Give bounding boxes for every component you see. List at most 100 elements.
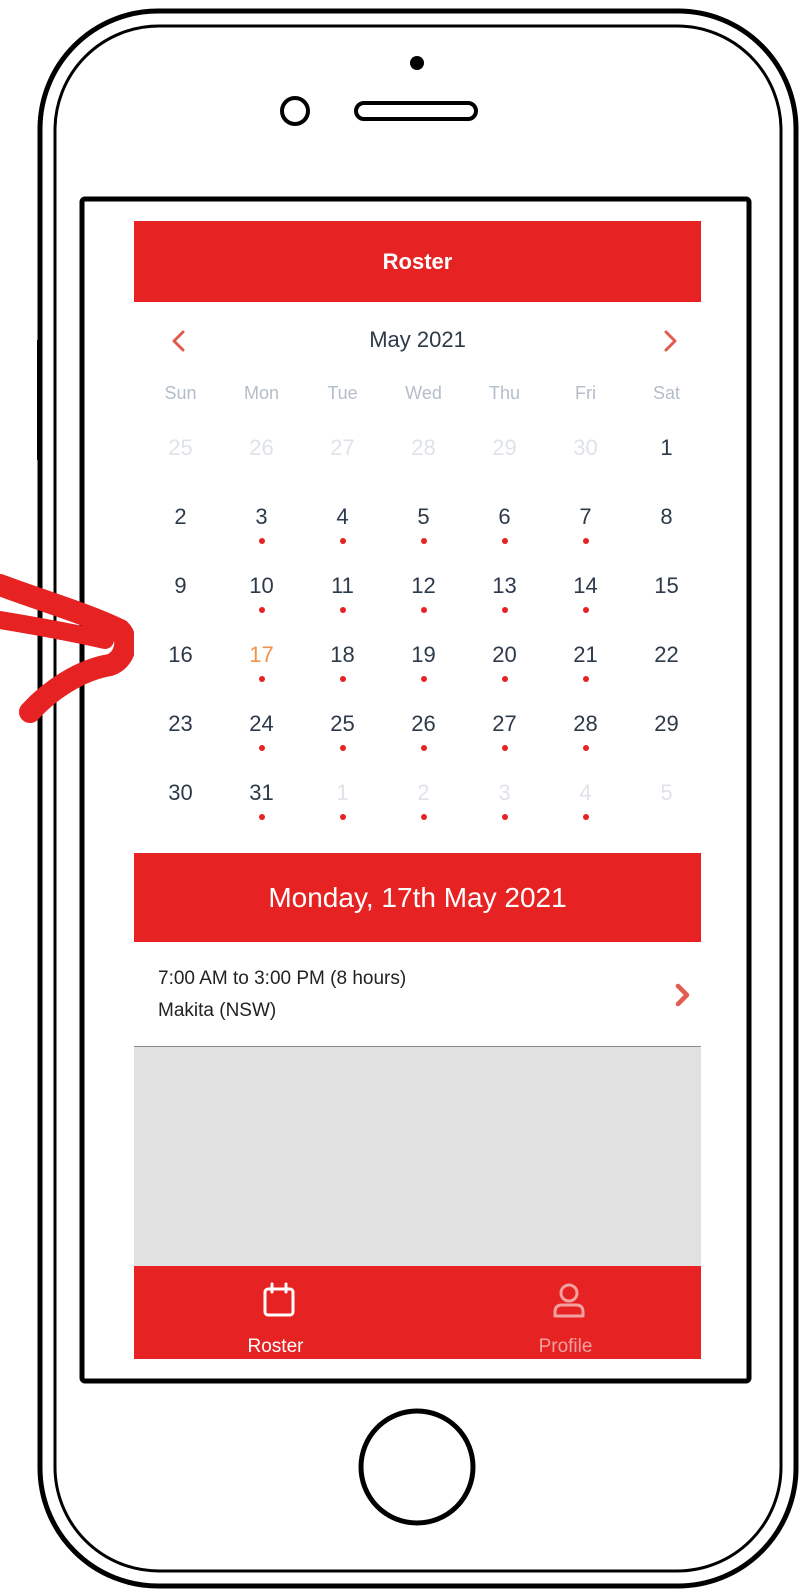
calendar-day-number: 25 [168, 435, 193, 460]
shift-indicator-dot [421, 745, 427, 751]
calendar-day-number: 28 [411, 435, 436, 460]
calendar-day-number: 23 [168, 711, 193, 736]
calendar-day[interactable]: 23 [140, 701, 221, 765]
weekday-label: Wed [405, 383, 442, 403]
calendar-day[interactable]: 2 [140, 494, 221, 558]
calendar-day[interactable]: 13 [464, 563, 545, 627]
calendar-day[interactable]: 10 [221, 563, 302, 627]
calendar-day-number: 17 [249, 642, 274, 667]
empty-content-area [134, 1047, 701, 1266]
calendar-day[interactable]: 4 [302, 494, 383, 558]
shift-indicator-dot [421, 538, 427, 544]
calendar-day[interactable]: 24 [221, 701, 302, 765]
calendar-day[interactable]: 1 [626, 425, 701, 489]
page-title: Roster [134, 221, 701, 302]
shift-indicator-dot [583, 607, 589, 613]
shift-indicator-dot [340, 538, 346, 544]
shift-indicator-dot [583, 538, 589, 544]
calendar-day-number: 11 [331, 573, 354, 598]
calendar-day-number: 21 [573, 642, 598, 667]
calendar-day[interactable]: 28 [545, 701, 626, 765]
shift-indicator-dot [340, 814, 346, 820]
calendar-day-number: 8 [660, 504, 673, 529]
calendar-day[interactable]: 28 [383, 425, 464, 489]
calendar-day[interactable]: 11 [302, 563, 383, 627]
shift-indicator-dot [259, 676, 265, 682]
calendar-day[interactable]: 9 [140, 563, 221, 627]
shift-indicator-dot [502, 745, 508, 751]
calendar-day-number: 3 [255, 504, 268, 529]
shift-list-item[interactable]: 7:00 AM to 3:00 PM (8 hours) Makita (NSW… [134, 942, 701, 1047]
calendar-grid: 25 26 27 28 29 30 1 2 3 4 5 6 7 8 9 10 11 12 13 14 15 16 17 18 1… [140, 425, 701, 837]
shift-indicator-dot [259, 607, 265, 613]
calendar-day[interactable]: 27 [302, 425, 383, 489]
calendar-day-number: 10 [249, 573, 274, 598]
calendar-day-number: 26 [411, 711, 436, 736]
calendar-day-number: 29 [654, 711, 679, 736]
calendar-day[interactable]: 30 [140, 770, 221, 834]
weekday-label: Sun [164, 383, 197, 403]
calendar-day-number: 16 [168, 642, 193, 667]
calendar-day-number: 13 [492, 573, 517, 598]
app-screen: Roster May 2021 Sun Mon Tue Wed Thu Fri Sat 25… [134, 221, 701, 1359]
calendar-day[interactable]: 5 [383, 494, 464, 558]
calendar-day[interactable]: 20 [464, 632, 545, 696]
calendar-day-number: 1 [660, 435, 673, 460]
calendar-day[interactable]: 25 [302, 701, 383, 765]
calendar-day[interactable]: 15 [626, 563, 701, 627]
shift-indicator-dot [421, 607, 427, 613]
calendar-day[interactable]: 29 [464, 425, 545, 489]
calendar-day[interactable]: 1 [302, 770, 383, 834]
calendar-day-number: 3 [498, 780, 511, 805]
calendar-day[interactable]: 19 [383, 632, 464, 696]
shift-indicator-dot [583, 745, 589, 751]
calendar-day-number: 18 [330, 642, 355, 667]
shift-indicator-dot [259, 814, 265, 820]
shift-indicator-dot [259, 538, 265, 544]
chevron-right-icon [675, 983, 690, 1007]
calendar-day-number: 22 [654, 642, 679, 667]
calendar-day[interactable]: 4 [545, 770, 626, 834]
calendar-day[interactable]: 7 [545, 494, 626, 558]
calendar-day[interactable]: 21 [545, 632, 626, 696]
weekday-label: Fri [575, 383, 596, 403]
tab-profile[interactable]: Profile [424, 1266, 701, 1359]
calendar-day-number: 19 [411, 642, 436, 667]
person-icon [553, 1283, 585, 1318]
calendar-day-today[interactable]: 17 [221, 632, 302, 696]
calendar-day[interactable]: 18 [302, 632, 383, 696]
calendar-day[interactable]: 25 [140, 425, 221, 489]
calendar-day-number: 15 [654, 573, 679, 598]
calendar-day[interactable]: 27 [464, 701, 545, 765]
calendar-day[interactable]: 26 [383, 701, 464, 765]
calendar-day-number: 31 [249, 780, 274, 805]
weekday-label: Tue [327, 383, 358, 403]
tab-roster[interactable]: Roster [134, 1266, 417, 1359]
calendar-day[interactable]: 8 [626, 494, 701, 558]
calendar-day[interactable]: 5 [626, 770, 701, 834]
calendar-day[interactable]: 26 [221, 425, 302, 489]
calendar-day[interactable]: 3 [464, 770, 545, 834]
calendar-day-number: 5 [417, 504, 430, 529]
calendar-day[interactable]: 3 [221, 494, 302, 558]
calendar-day[interactable]: 16 [140, 632, 221, 696]
shift-indicator-dot [502, 676, 508, 682]
calendar-day-number: 4 [336, 504, 349, 529]
calendar-day[interactable]: 31 [221, 770, 302, 834]
calendar-day[interactable]: 29 [626, 701, 701, 765]
calendar-day-number: 12 [411, 573, 436, 598]
calendar-day[interactable]: 6 [464, 494, 545, 558]
next-month-button[interactable] [649, 319, 693, 363]
calendar-day[interactable]: 12 [383, 563, 464, 627]
shift-indicator-dot [583, 814, 589, 820]
calendar-day-number: 6 [498, 504, 511, 529]
month-label: May 2021 [369, 327, 466, 352]
calendar-day[interactable]: 30 [545, 425, 626, 489]
chevron-right-icon [664, 330, 677, 352]
calendar-day[interactable]: 2 [383, 770, 464, 834]
calendar-day[interactable]: 22 [626, 632, 701, 696]
shift-time: 7:00 AM to 3:00 PM (8 hours) [158, 968, 407, 989]
calendar-day[interactable]: 14 [545, 563, 626, 627]
shift-indicator-dot [340, 676, 346, 682]
calendar-day-number: 9 [174, 573, 187, 598]
